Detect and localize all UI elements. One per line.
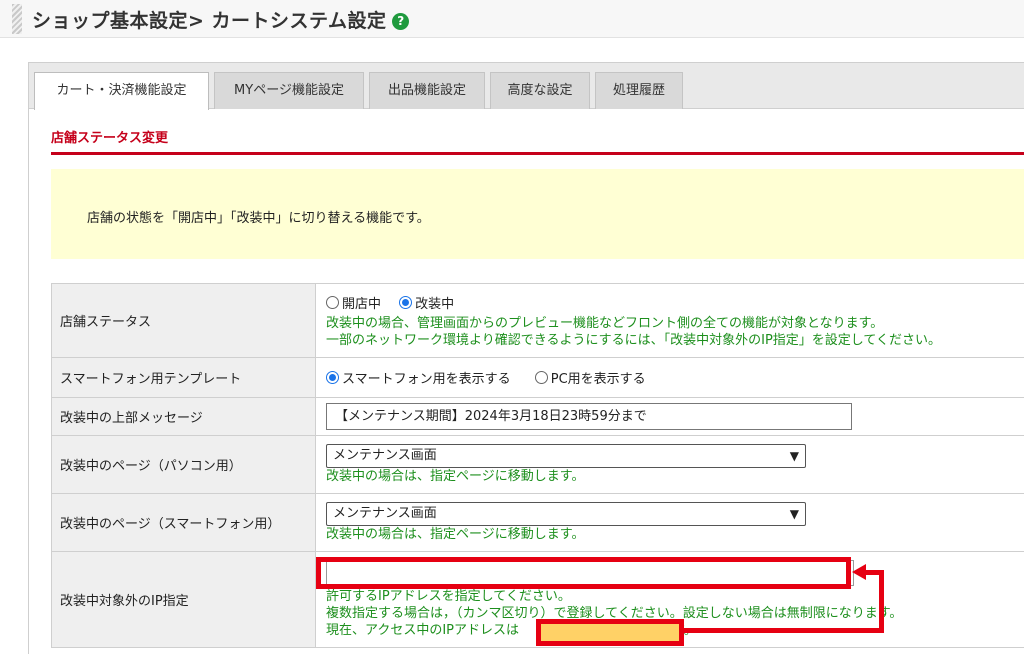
question-circle-icon[interactable]: ? bbox=[392, 13, 410, 30]
page-title-text: ショップ基本設定> カートシステム設定 bbox=[32, 10, 387, 32]
row-label-sp-page: 改装中のページ（スマートフォン用） bbox=[51, 493, 316, 552]
tab-cart-payment[interactable]: カート・決済機能設定 bbox=[34, 72, 209, 110]
row-label-pc-page: 改装中のページ（パソコン用） bbox=[51, 435, 316, 494]
tab-advanced[interactable]: 高度な設定 bbox=[490, 72, 590, 109]
tab-history[interactable]: 処理履歴 bbox=[595, 72, 683, 109]
table-row: 店舗ステータス 開店中 改装中 改装中の場合、管理画面からのプレビュー機能などフ… bbox=[51, 283, 1024, 358]
annotation-line-vertical bbox=[879, 570, 884, 633]
chevron-down-icon: ▼ bbox=[789, 507, 799, 521]
pc-page-cell: メンテナンス画面 ▼ 改装中の場合は、指定ページに移動します。 bbox=[315, 435, 1024, 494]
row-label-status: 店舗ステータス bbox=[51, 283, 316, 358]
radio-renovating-label: 改装中 bbox=[415, 296, 455, 312]
ip-address-annotation-box bbox=[536, 619, 684, 646]
table-row: 改装中の上部メッセージ 【メンテナンス期間】2024年3月18日23時59分まで bbox=[51, 397, 1024, 436]
pc-page-select-value: メンテナンス画面 bbox=[333, 448, 437, 463]
annotation-line-bottom bbox=[682, 628, 884, 633]
radio-renovating-circle bbox=[399, 295, 413, 309]
row-label-sp-template: スマートフォン用テンプレート bbox=[51, 357, 316, 398]
annotation-line-top bbox=[864, 570, 884, 575]
sp-template-cell: スマートフォン用を表示する PC用を表示する bbox=[315, 357, 1024, 398]
tab-mypage[interactable]: MYページ機能設定 bbox=[214, 72, 364, 109]
table-row: 改装中のページ（スマートフォン用） メンテナンス画面 ▼ 改装中の場合は、指定ペー… bbox=[51, 493, 1024, 552]
page-header: ショップ基本設定> カートシステム設定? bbox=[0, 0, 1024, 38]
radio-renovating[interactable]: 改装中 bbox=[399, 293, 454, 312]
ip-input-annotation-box bbox=[316, 557, 851, 589]
ip-current-prefix: 現在、アクセス中のIPアドレスは bbox=[326, 623, 520, 638]
tab-listing[interactable]: 出品機能設定 bbox=[369, 72, 485, 109]
radio-open-circle bbox=[326, 295, 339, 309]
sp-page-cell: メンテナンス画面 ▼ 改装中の場合は、指定ページに移動します。 bbox=[315, 493, 1024, 552]
chevron-down-icon: ▼ bbox=[789, 449, 799, 463]
sp-page-note: 改装中の場合は、指定ページに移動します。 bbox=[326, 527, 585, 542]
notice-text: 店舗の状態を「開店中」「改装中」に切り替える機能です。 bbox=[87, 211, 430, 226]
top-message-cell: 【メンテナンス期間】2024年3月18日23時59分まで bbox=[315, 397, 1024, 436]
radio-sp-label: スマートフォン用を表示する bbox=[342, 371, 511, 387]
info-notice: 店舗の状態を「開店中」「改装中」に切り替える機能です。 bbox=[51, 169, 1024, 259]
row-label-top-message: 改装中の上部メッセージ bbox=[51, 397, 316, 436]
radio-sp-circle bbox=[326, 370, 339, 384]
row-label-ip: 改装中対象外のIP指定 bbox=[51, 551, 316, 648]
header-stripe bbox=[12, 4, 22, 34]
sp-page-select[interactable]: メンテナンス画面 ▼ bbox=[326, 502, 806, 526]
radio-pc-template[interactable]: PC用を表示する bbox=[534, 368, 646, 387]
top-message-input[interactable]: 【メンテナンス期間】2024年3月18日23時59分まで bbox=[326, 403, 852, 430]
radio-pc-label: PC用を表示する bbox=[550, 371, 646, 387]
tab-bar: カート・決済機能設定 MYページ機能設定 出品機能設定 高度な設定 処理履歴 bbox=[29, 63, 1024, 110]
table-row: 改装中のページ（パソコン用） メンテナンス画面 ▼ 改装中の場合は、指定ページに移… bbox=[51, 435, 1024, 494]
status-cell: 開店中 改装中 改装中の場合、管理画面からのプレビュー機能などフロント側の全ての… bbox=[315, 283, 1024, 358]
radio-sp-template[interactable]: スマートフォン用を表示する bbox=[326, 368, 511, 387]
page-title: ショップ基本設定> カートシステム設定? bbox=[32, 6, 410, 33]
sp-page-select-value: メンテナンス画面 bbox=[333, 506, 437, 521]
section-title: 店舗ステータス変更 bbox=[51, 131, 169, 146]
pc-page-note: 改装中の場合は、指定ページに移動します。 bbox=[326, 469, 585, 484]
ip-note-1: 許可するIPアドレスを指定してください。 bbox=[326, 589, 571, 604]
status-note-1: 改装中の場合、管理画面からのプレビュー機能などフロント側の全ての機能が対象となり… bbox=[326, 315, 884, 331]
radio-open[interactable]: 開店中 bbox=[326, 293, 381, 312]
pc-page-select[interactable]: メンテナンス画面 ▼ bbox=[326, 444, 806, 468]
radio-pc-circle bbox=[534, 370, 548, 384]
radio-open-label: 開店中 bbox=[342, 296, 382, 312]
status-note-2: 一部のネットワーク環境より確認できるようにするには、「改装中対象外のIP指定」を… bbox=[326, 332, 942, 348]
annotation-arrow-icon bbox=[852, 564, 866, 580]
section-divider bbox=[51, 152, 1024, 155]
table-row: スマートフォン用テンプレート スマートフォン用を表示する PC用を表示する bbox=[51, 357, 1024, 398]
